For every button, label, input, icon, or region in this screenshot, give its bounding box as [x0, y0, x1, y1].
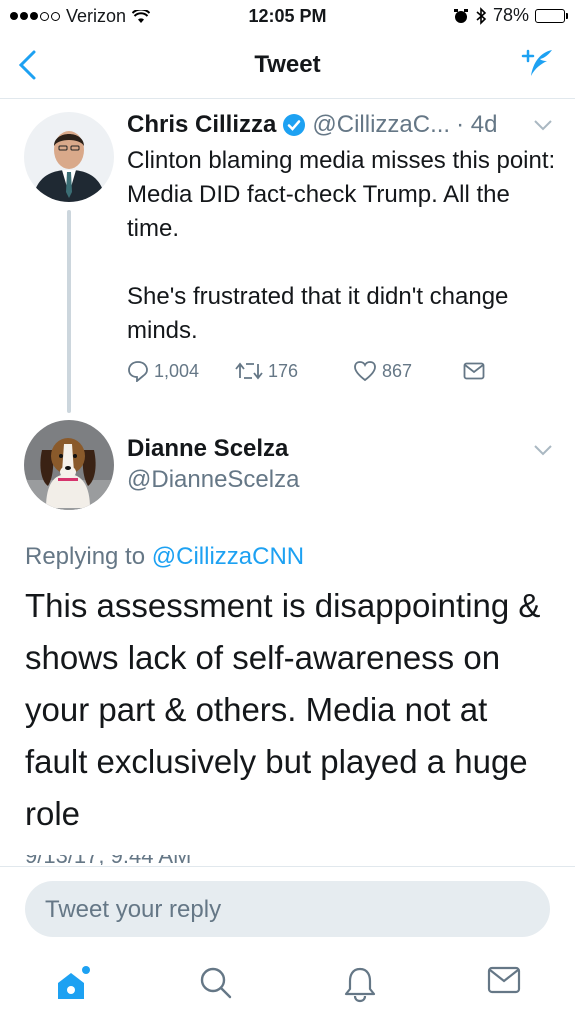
reply-tweet-text: This assessment is disappointing & shows…	[25, 587, 541, 832]
chevron-down-icon[interactable]	[533, 118, 553, 132]
reply-icon	[128, 361, 148, 382]
replying-to-link[interactable]: @CillizzaCNN	[152, 543, 304, 570]
direct-message-icon	[463, 362, 485, 380]
divider	[0, 866, 575, 867]
tab-bar	[0, 950, 575, 1024]
replying-to-label: Replying to	[25, 543, 152, 570]
battery-icon	[535, 8, 568, 23]
reply-author-name[interactable]: Dianne Scelza	[127, 435, 288, 463]
bluetooth-icon	[476, 6, 487, 25]
avatar[interactable]	[24, 420, 114, 510]
battery-percent: 78%	[492, 5, 529, 25]
timestamp-clip: 9/13/17, 9:44 AM	[25, 855, 235, 865]
tweet-age: · 4d	[456, 111, 498, 138]
notifications-icon[interactable]	[342, 965, 378, 1003]
verified-badge-icon	[283, 114, 306, 136]
like-count: 867	[382, 360, 413, 381]
like-action[interactable]: 867	[353, 360, 463, 382]
retweet-icon	[235, 362, 263, 380]
author-name[interactable]: Chris Cillizza	[127, 111, 276, 139]
search-icon[interactable]	[198, 965, 234, 1001]
retweet-count: 176	[268, 360, 299, 381]
reply-placeholder: Tweet your reply	[45, 896, 222, 923]
alarm-icon	[453, 8, 468, 23]
like-icon	[354, 361, 376, 382]
home-icon[interactable]	[53, 965, 93, 1005]
page-title: Tweet	[254, 51, 321, 78]
direct-message-action[interactable]	[463, 362, 485, 380]
reply-author-handle[interactable]: @DianneScelza	[127, 466, 299, 494]
status-right: 78%	[453, 5, 568, 26]
replying-to: Replying to @CillizzaCNN	[25, 543, 304, 571]
status-bar: Verizon 12:05 PM 78%	[0, 0, 575, 34]
retweet-action[interactable]: 176	[235, 361, 353, 382]
tweet-timestamp: 9/13/17, 9:44 AM	[25, 855, 191, 865]
reply-action[interactable]: 1,004	[127, 360, 235, 382]
avatar[interactable]	[24, 112, 114, 202]
author-handle[interactable]: @CillizzaC...	[312, 111, 450, 139]
nav-bar: Tweet	[0, 34, 575, 99]
tweet-text: Clinton blaming media misses this point:…	[127, 147, 556, 344]
tweet-author[interactable]: Chris Cillizza @CillizzaC... · 4d	[127, 111, 497, 139]
tweet-actions: 1,004 176 867	[127, 360, 485, 382]
messages-icon[interactable]	[487, 965, 521, 995]
reply-count: 1,004	[154, 360, 200, 381]
chevron-down-icon[interactable]	[533, 443, 553, 457]
reply-input[interactable]: Tweet your reply	[25, 881, 550, 937]
thread-connector-line	[67, 210, 71, 413]
compose-tweet-icon[interactable]	[519, 46, 555, 82]
